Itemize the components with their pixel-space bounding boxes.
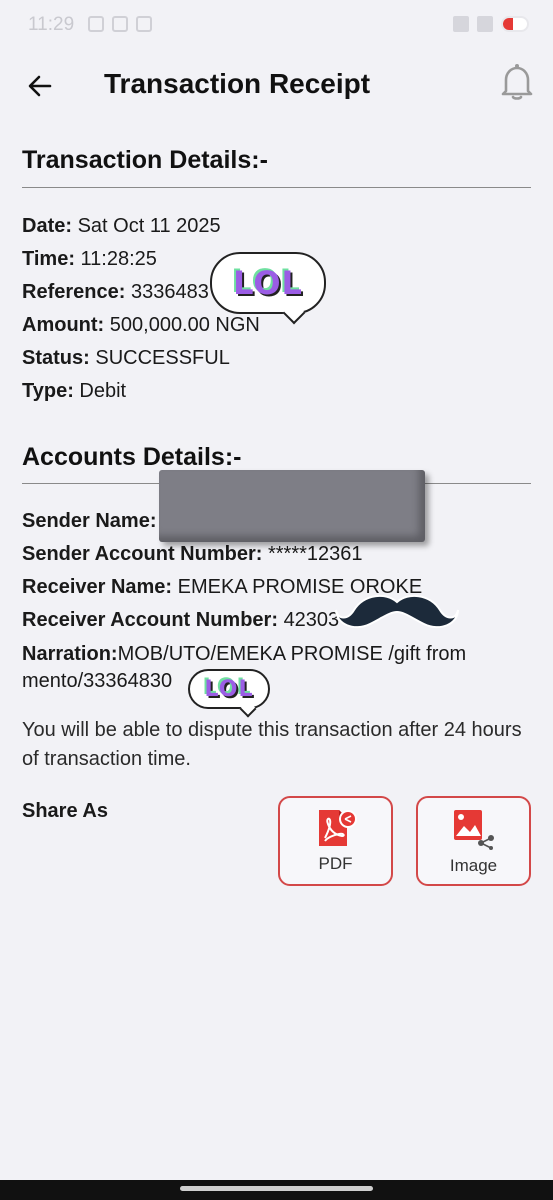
share-as-label: Share As: [22, 800, 108, 822]
redaction-block: [159, 470, 425, 542]
notification-icon: [88, 16, 104, 32]
battery-icon: [501, 16, 529, 32]
share-pdf-button[interactable]: PDF: [278, 796, 393, 886]
reference-label: Reference:: [22, 281, 126, 303]
receiver-name-label: Receiver Name:: [22, 576, 173, 598]
sender-name-label: Sender Name:: [22, 510, 157, 532]
date-value: Sat Oct 11 2025: [77, 215, 221, 237]
system-icons: [453, 16, 529, 32]
page-title: Transaction Receipt: [104, 68, 371, 99]
notification-icon: [112, 16, 128, 32]
amount-row: Amount: 500,000.00 NGN: [22, 314, 260, 337]
time-row: Time: 11:28:25: [22, 248, 157, 271]
date-label: Date:: [22, 215, 73, 237]
sender-account-value: *****12361: [267, 543, 363, 565]
notification-icons: [88, 16, 152, 32]
arrow-left-icon: [28, 75, 52, 97]
narration-label: Narration:: [22, 643, 118, 665]
status-value: SUCCESSFUL: [95, 347, 230, 369]
home-indicator[interactable]: [180, 1186, 373, 1191]
status-bar: 11:29: [0, 0, 553, 52]
image-label: Image: [449, 856, 498, 875]
lol-sticker-small: LOL: [188, 669, 270, 709]
sender-account-label: Sender Account Number:: [22, 543, 263, 565]
amount-label: Amount:: [22, 314, 105, 336]
narration-value: MOB/UTO/EMEKA PROMISE /gift from: [117, 643, 467, 665]
mustache-sticker-icon: [335, 594, 459, 629]
wifi-icon: [453, 16, 469, 32]
receiver-account-row: Receiver Account Number: 42303: [22, 609, 339, 632]
type-label: Type:: [22, 380, 74, 402]
notification-icon: [136, 16, 152, 32]
bell-icon: [501, 64, 533, 100]
back-button[interactable]: [20, 66, 60, 106]
time-value: 11:28:25: [80, 248, 157, 270]
notifications-button[interactable]: [497, 60, 537, 104]
receiver-account-label: Receiver Account Number:: [22, 609, 278, 631]
sender-name-row: Sender Name:: [22, 510, 157, 533]
share-image-button[interactable]: Image: [416, 796, 531, 886]
transaction-details-title: Transaction Details:-: [22, 146, 268, 174]
date-row: Date: Sat Oct 11 2025: [22, 215, 221, 238]
lol-sticker: LOL: [210, 252, 326, 314]
system-navigation-bar: [0, 1180, 553, 1200]
accounts-details-title: Accounts Details:-: [22, 443, 242, 471]
receiver-account-value: 42303: [283, 609, 340, 631]
narration-value-continued: mento/33364830: [22, 670, 173, 692]
type-row: Type: Debit: [22, 380, 126, 403]
amount-value: 500,000.00 NGN: [109, 314, 260, 336]
sender-account-row: Sender Account Number: *****12361: [22, 543, 363, 566]
reference-value: 3336483: [130, 281, 209, 303]
narration-row-continued: mento/33364830: [22, 670, 172, 693]
type-value: Debit: [79, 380, 127, 402]
status-row: Status: SUCCESSFUL: [22, 347, 230, 370]
pdf-label: PDF: [318, 854, 353, 873]
reference-row: Reference: 3336483: [22, 281, 209, 304]
signal-icon: [477, 16, 493, 32]
status-time: 11:29: [28, 14, 75, 35]
app-bar: Transaction Receipt: [0, 52, 553, 118]
narration-row: Narration:MOB/UTO/EMEKA PROMISE /gift fr…: [22, 643, 466, 666]
dispute-notice: You will be able to dispute this transac…: [22, 719, 522, 770]
divider: [22, 187, 531, 188]
pdf-file-icon: [318, 810, 357, 846]
status-label: Status:: [22, 347, 90, 369]
image-share-icon: [453, 810, 494, 850]
time-label: Time:: [22, 248, 75, 270]
